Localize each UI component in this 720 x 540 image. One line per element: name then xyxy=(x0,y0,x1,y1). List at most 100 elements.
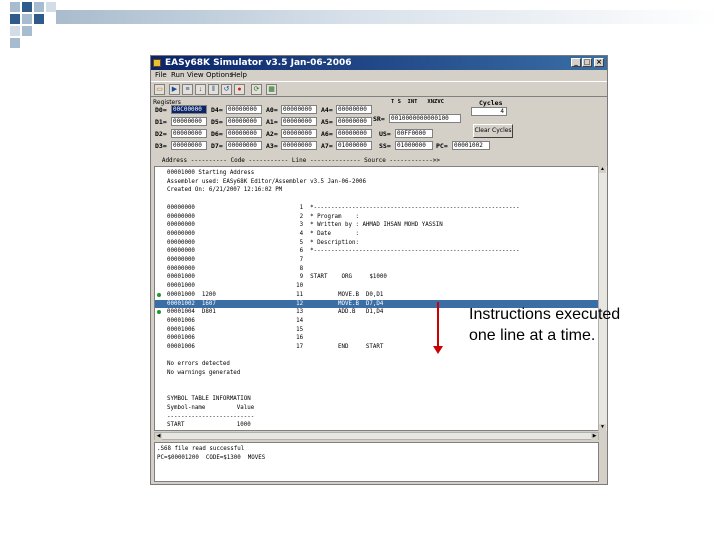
reg-us-field[interactable]: 00FF0000 xyxy=(395,129,433,138)
reg-ss-field[interactable]: 01000000 xyxy=(395,141,433,150)
reload-icon[interactable]: ⟳ xyxy=(251,84,262,95)
reg-sr-field[interactable]: 0010000000000100 xyxy=(389,114,461,123)
red-arrow-head xyxy=(433,346,443,354)
reg-label: A2= xyxy=(266,130,278,138)
decor-square xyxy=(22,14,32,24)
reg-a5-field[interactable]: 00000000 xyxy=(336,117,372,126)
listing-line[interactable]: Symbol-name Value xyxy=(167,404,254,412)
listing-line[interactable]: 00001000 1200 11 MOVE.B D0,D1 xyxy=(167,291,383,299)
listing-line[interactable]: ------------------------- xyxy=(167,413,254,421)
listing-line[interactable]: 00001006 17 END START xyxy=(167,343,383,351)
listing-line[interactable]: START 1000 xyxy=(167,421,251,429)
maximize-icon[interactable]: □ xyxy=(582,58,592,67)
menu-file[interactable]: File xyxy=(155,71,167,79)
annotation-text: Instructions executed one line at a time… xyxy=(469,304,669,346)
reg-label: US= xyxy=(379,130,391,138)
log-icon[interactable]: ▦ xyxy=(266,84,277,95)
menu-view[interactable]: View xyxy=(187,71,204,79)
pause-icon[interactable]: ‖ xyxy=(208,84,219,95)
listing-column-header: Address ---------- Code ----------- Line… xyxy=(151,157,440,164)
listing-line[interactable]: 00000000 8 xyxy=(167,265,303,273)
reg-a6-field[interactable]: 00000000 xyxy=(336,129,372,138)
listing-line[interactable]: 00000000 5 * Description: xyxy=(167,239,359,247)
reg-d1-field[interactable]: 00000000 xyxy=(171,117,207,126)
listing-line[interactable]: 00000000 7 xyxy=(167,256,303,264)
trace-icon[interactable]: ↓ xyxy=(195,84,206,95)
scroll-right-icon[interactable]: ▶ xyxy=(591,433,598,440)
reg-a7-field[interactable]: 01000000 xyxy=(336,141,372,150)
reg-label: D0= xyxy=(155,106,167,114)
listing-line[interactable]: 00000000 1 *----------------------------… xyxy=(167,204,520,212)
breakpoint-icon[interactable] xyxy=(157,310,161,315)
reg-d7-field[interactable]: 00000000 xyxy=(226,141,262,150)
decor-square xyxy=(34,2,44,12)
listing-line[interactable]: 00001006 14 xyxy=(167,317,303,325)
close-icon[interactable]: × xyxy=(594,58,604,67)
reg-a1-field[interactable]: 00000000 xyxy=(281,117,317,126)
scroll-up-icon[interactable]: ▲ xyxy=(599,166,606,173)
reset-icon[interactable]: ● xyxy=(234,84,245,95)
listing-line[interactable]: 00001004 D801 13 ADD.B D1,D4 xyxy=(167,308,383,316)
decor-square xyxy=(10,26,20,36)
reg-d5-field[interactable]: 00000000 xyxy=(226,117,262,126)
reg-a4-field[interactable]: 00000000 xyxy=(336,105,372,114)
reg-d4-field[interactable]: 00000000 xyxy=(226,105,262,114)
reg-d3-field[interactable]: 00000000 xyxy=(171,141,207,150)
annotation-line-2: one line at a time. xyxy=(469,327,596,344)
scroll-down-icon[interactable]: ▼ xyxy=(599,424,606,431)
reg-label: A5= xyxy=(321,118,333,126)
annotation-line-1: Instructions executed xyxy=(469,306,621,323)
reg-a0-field[interactable]: 00000000 xyxy=(281,105,317,114)
listing-line[interactable]: 00001006 15 xyxy=(167,326,303,334)
listing-line[interactable]: SYMBOL TABLE INFORMATION xyxy=(167,395,251,403)
reg-pc-field[interactable]: 00001002 xyxy=(452,141,490,150)
menu-help[interactable]: Help xyxy=(231,71,247,79)
reg-label: A6= xyxy=(321,130,333,138)
decor-square xyxy=(22,2,32,12)
menu-bar: File Run View Options Help xyxy=(151,70,607,81)
listing-line[interactable]: 00001006 16 xyxy=(167,334,303,342)
listing-line[interactable]: 00001000 10 xyxy=(167,282,303,290)
menu-run[interactable]: Run xyxy=(171,71,184,79)
breakpoint-icon[interactable] xyxy=(157,292,161,297)
listing-line[interactable]: 00000000 3 * Written by : AHMAD IHSAN MO… xyxy=(167,221,443,229)
reg-label: A0= xyxy=(266,106,278,114)
cycles-field: 4 xyxy=(471,107,507,116)
reg-label: PC= xyxy=(436,142,448,150)
reg-d2-field[interactable]: 00000000 xyxy=(171,129,207,138)
listing-line[interactable]: Created On: 6/21/2007 12:16:02 PM xyxy=(167,186,282,194)
reg-label: A3= xyxy=(266,142,278,150)
listing-line[interactable]: No errors detected xyxy=(167,360,230,368)
reg-d6-field[interactable]: 00000000 xyxy=(226,129,262,138)
listing-vertical-scrollbar[interactable]: ▲ ▼ xyxy=(598,166,607,431)
minimize-icon[interactable]: _ xyxy=(571,58,581,67)
reg-a2-field[interactable]: 00000000 xyxy=(281,129,317,138)
window-titlebar[interactable]: EASy68K Simulator v3.5 Jan-06-2006 _ □ × xyxy=(151,56,607,70)
decor-square xyxy=(34,14,44,24)
reg-label: D3= xyxy=(155,142,167,150)
run-icon[interactable]: ▶ xyxy=(169,84,180,95)
clear-cycles-button[interactable]: Clear Cycles xyxy=(473,124,513,138)
listing-line[interactable]: 00000000 4 * Date : xyxy=(167,230,359,238)
listing-line[interactable]: 00001000 Starting Address xyxy=(167,169,254,177)
decor-square xyxy=(10,14,20,24)
listing-line[interactable]: Assembler used: EASy68K Editor/Assembler… xyxy=(167,178,366,186)
listing-line[interactable]: 00000000 2 * Program : xyxy=(167,213,359,221)
listing-line[interactable]: 00001000 9 START ORG $1000 xyxy=(167,273,387,281)
listing-horizontal-scrollbar[interactable]: ◀ ▶ xyxy=(154,432,599,440)
reg-label: D1= xyxy=(155,118,167,126)
reg-label: D4= xyxy=(211,106,223,114)
rewind-icon[interactable]: ↺ xyxy=(221,84,232,95)
open-file-icon[interactable]: ▭ xyxy=(154,84,165,95)
reg-label: SR= xyxy=(373,115,385,123)
reg-d0-field[interactable]: 00C00000 xyxy=(171,105,207,114)
listing-line[interactable]: 00000000 6 *----------------------------… xyxy=(167,247,520,255)
cycles-label: Cycles xyxy=(479,99,503,107)
menu-options[interactable]: Options xyxy=(206,71,233,79)
listing-line[interactable]: No warnings generated xyxy=(167,369,240,377)
reg-label: A7= xyxy=(321,142,333,150)
scroll-left-icon[interactable]: ◀ xyxy=(155,433,162,440)
reg-a3-field[interactable]: 00000000 xyxy=(281,141,317,150)
step-icon[interactable]: ≡ xyxy=(182,84,193,95)
output-line: PC=$00001200 CODE=$1300 MOVES xyxy=(157,455,266,461)
